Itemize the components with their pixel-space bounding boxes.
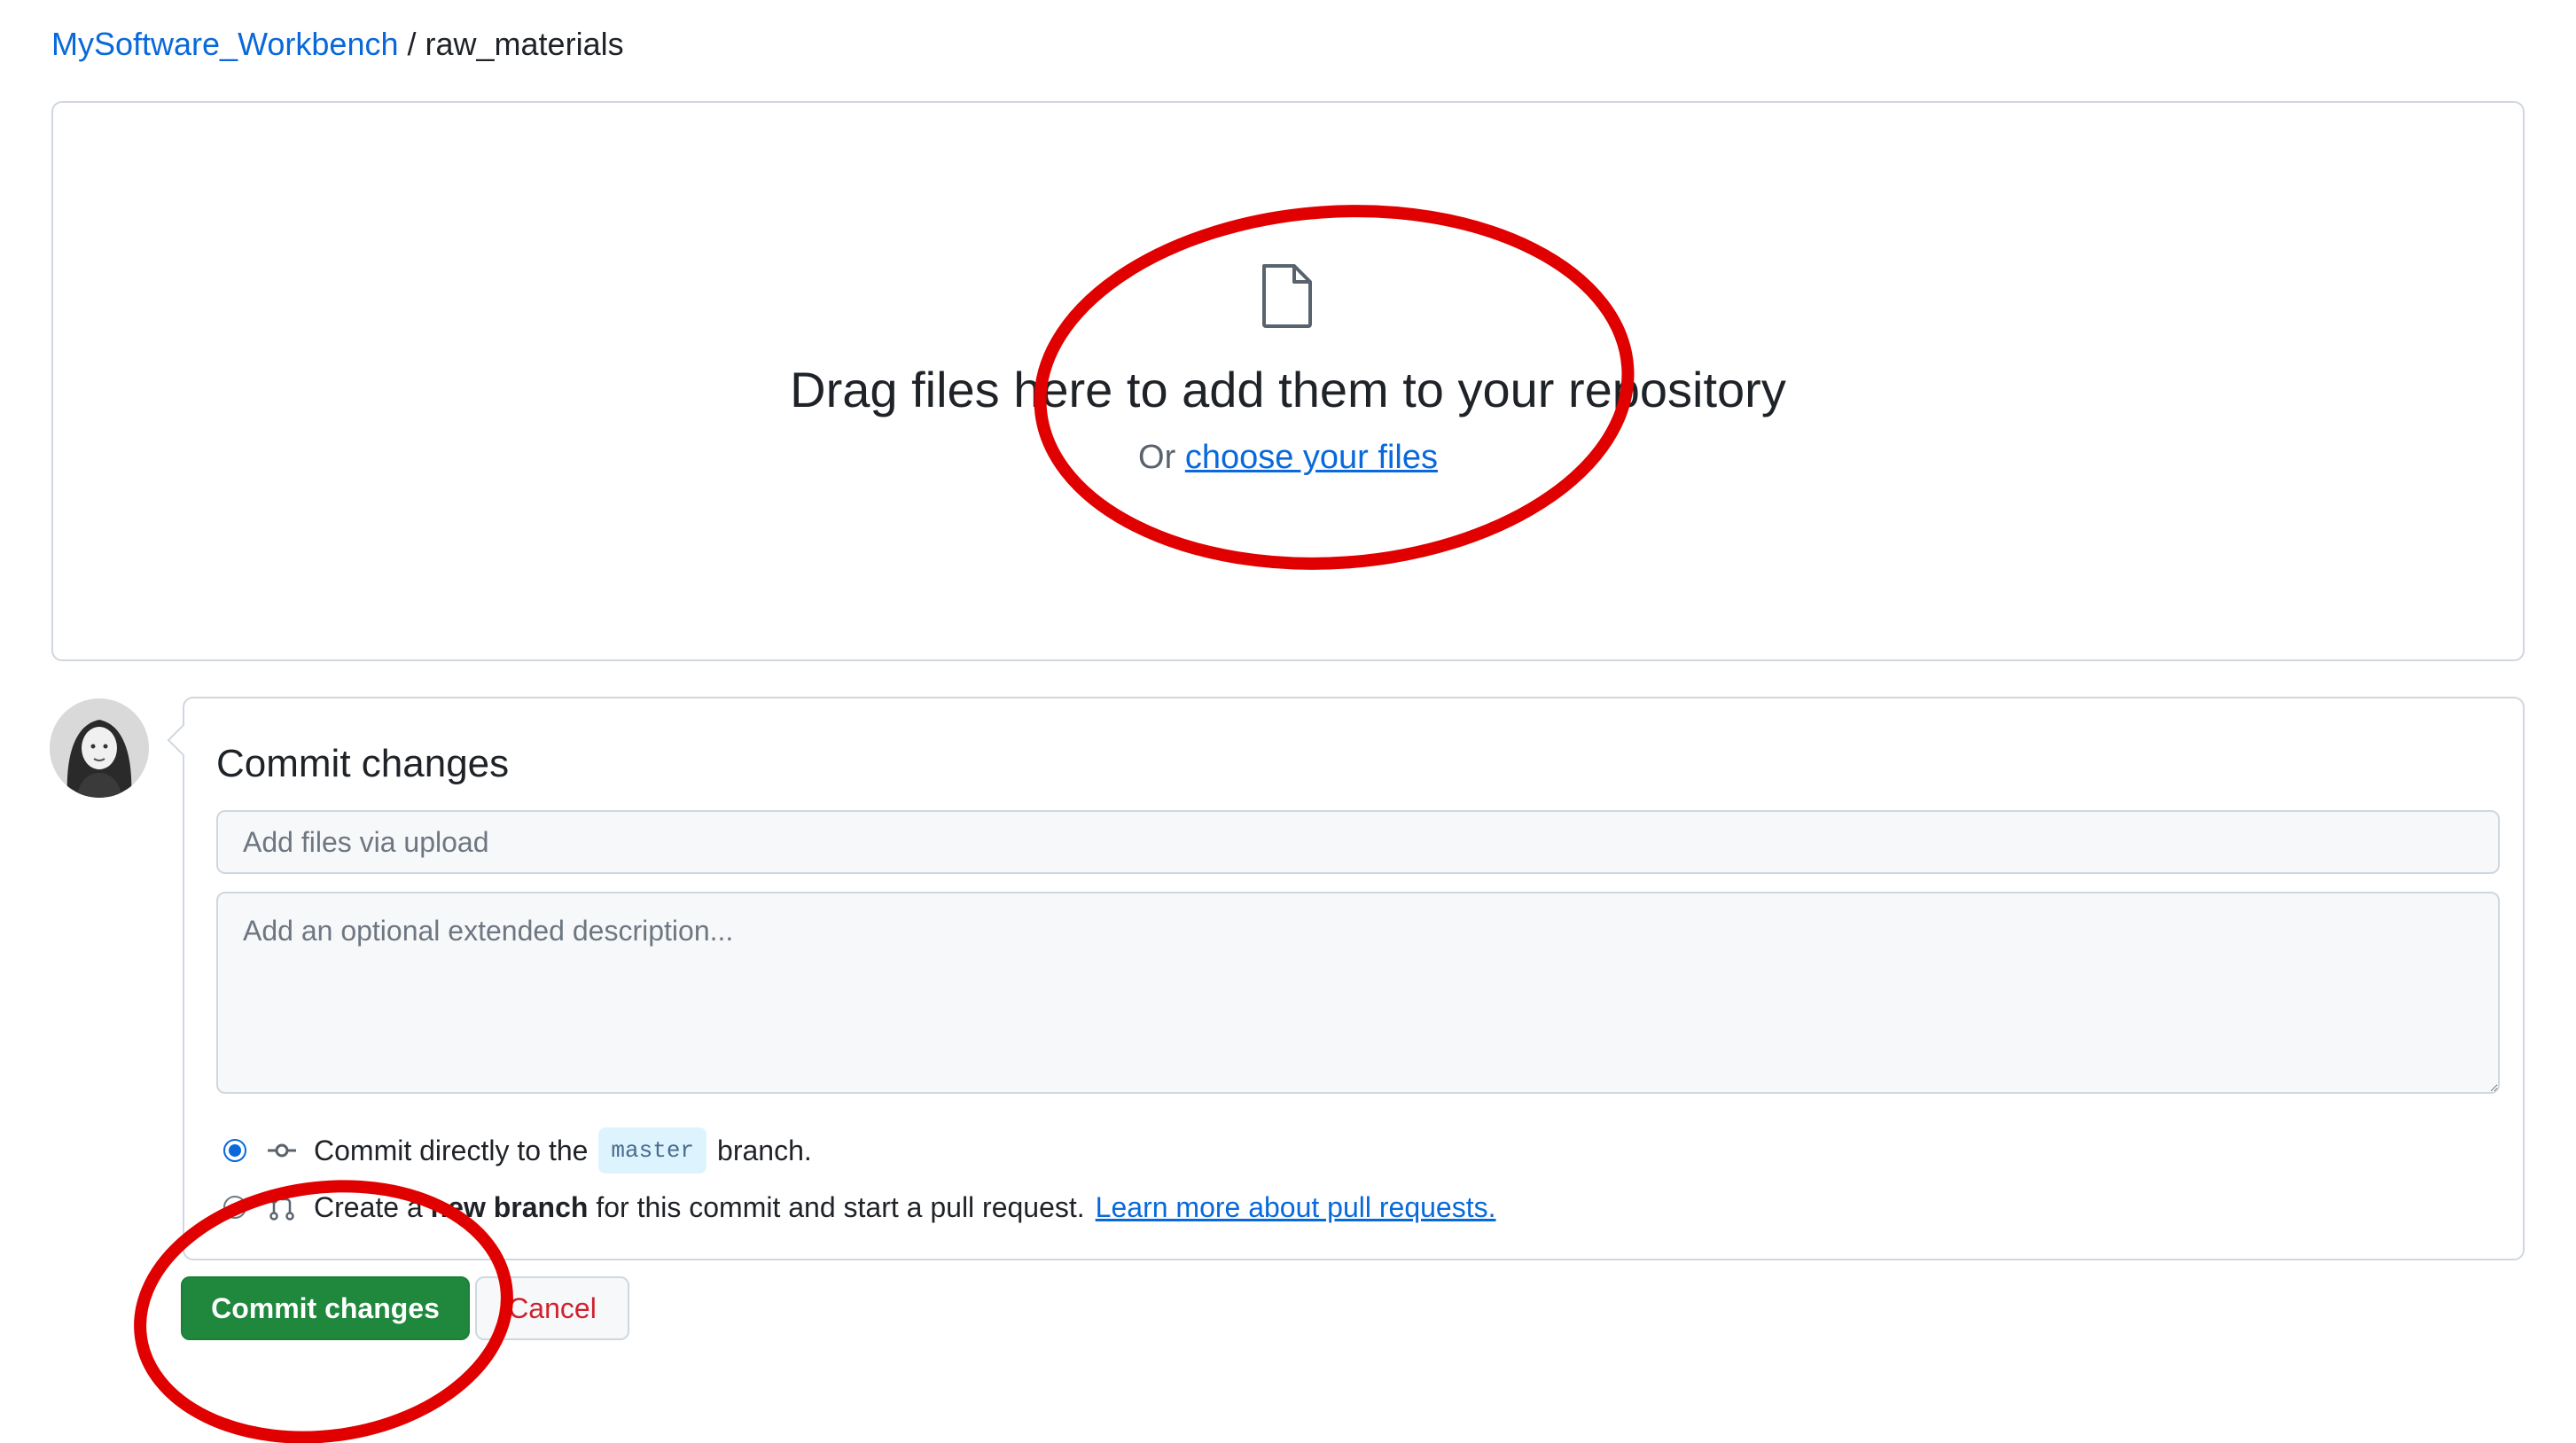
- commit-summary-input[interactable]: [216, 810, 2500, 874]
- choose-files-line: Or choose your files: [0, 433, 2576, 482]
- file-icon: [1262, 264, 1312, 328]
- drop-zone-title: Drag files here to add them to your repo…: [790, 362, 1786, 417]
- choose-or-text: Or: [1138, 439, 1176, 476]
- breadcrumb: MySoftware_Workbench / raw_materials: [51, 21, 624, 67]
- branch-name-badge: master: [598, 1127, 707, 1174]
- avatar: [50, 698, 149, 798]
- choose-files-link[interactable]: choose your files: [1185, 439, 1438, 476]
- commit-direct-prefix: Commit directly to the: [314, 1135, 589, 1166]
- cancel-button[interactable]: Cancel: [475, 1276, 629, 1340]
- learn-more-pull-requests-link[interactable]: Learn more about pull requests.: [1096, 1186, 1496, 1228]
- breadcrumb-folder: raw_materials: [425, 26, 624, 62]
- commit-direct-radio[interactable]: [223, 1139, 246, 1162]
- git-pull-request-icon: [269, 1195, 294, 1221]
- git-commit-icon: [268, 1143, 296, 1158]
- new-branch-option[interactable]: Create a new branch for this commit and …: [223, 1186, 1496, 1228]
- breadcrumb-repo-link[interactable]: MySoftware_Workbench: [51, 26, 399, 62]
- breadcrumb-separator: /: [407, 26, 417, 62]
- new-branch-prefix: Create a: [314, 1191, 423, 1223]
- new-branch-radio[interactable]: [223, 1196, 246, 1219]
- commit-direct-option[interactable]: Commit directly to the master branch.: [223, 1127, 812, 1174]
- new-branch-bold: new branch: [430, 1191, 589, 1223]
- commit-direct-suffix: branch.: [717, 1135, 812, 1166]
- commit-title: Commit changes: [216, 742, 510, 785]
- commit-changes-button[interactable]: Commit changes: [181, 1276, 470, 1340]
- commit-panel-pointer: [167, 723, 200, 757]
- commit-description-input[interactable]: [216, 892, 2500, 1094]
- avatar-photo: [50, 698, 149, 798]
- new-branch-suffix: for this commit and start a pull request…: [596, 1191, 1085, 1223]
